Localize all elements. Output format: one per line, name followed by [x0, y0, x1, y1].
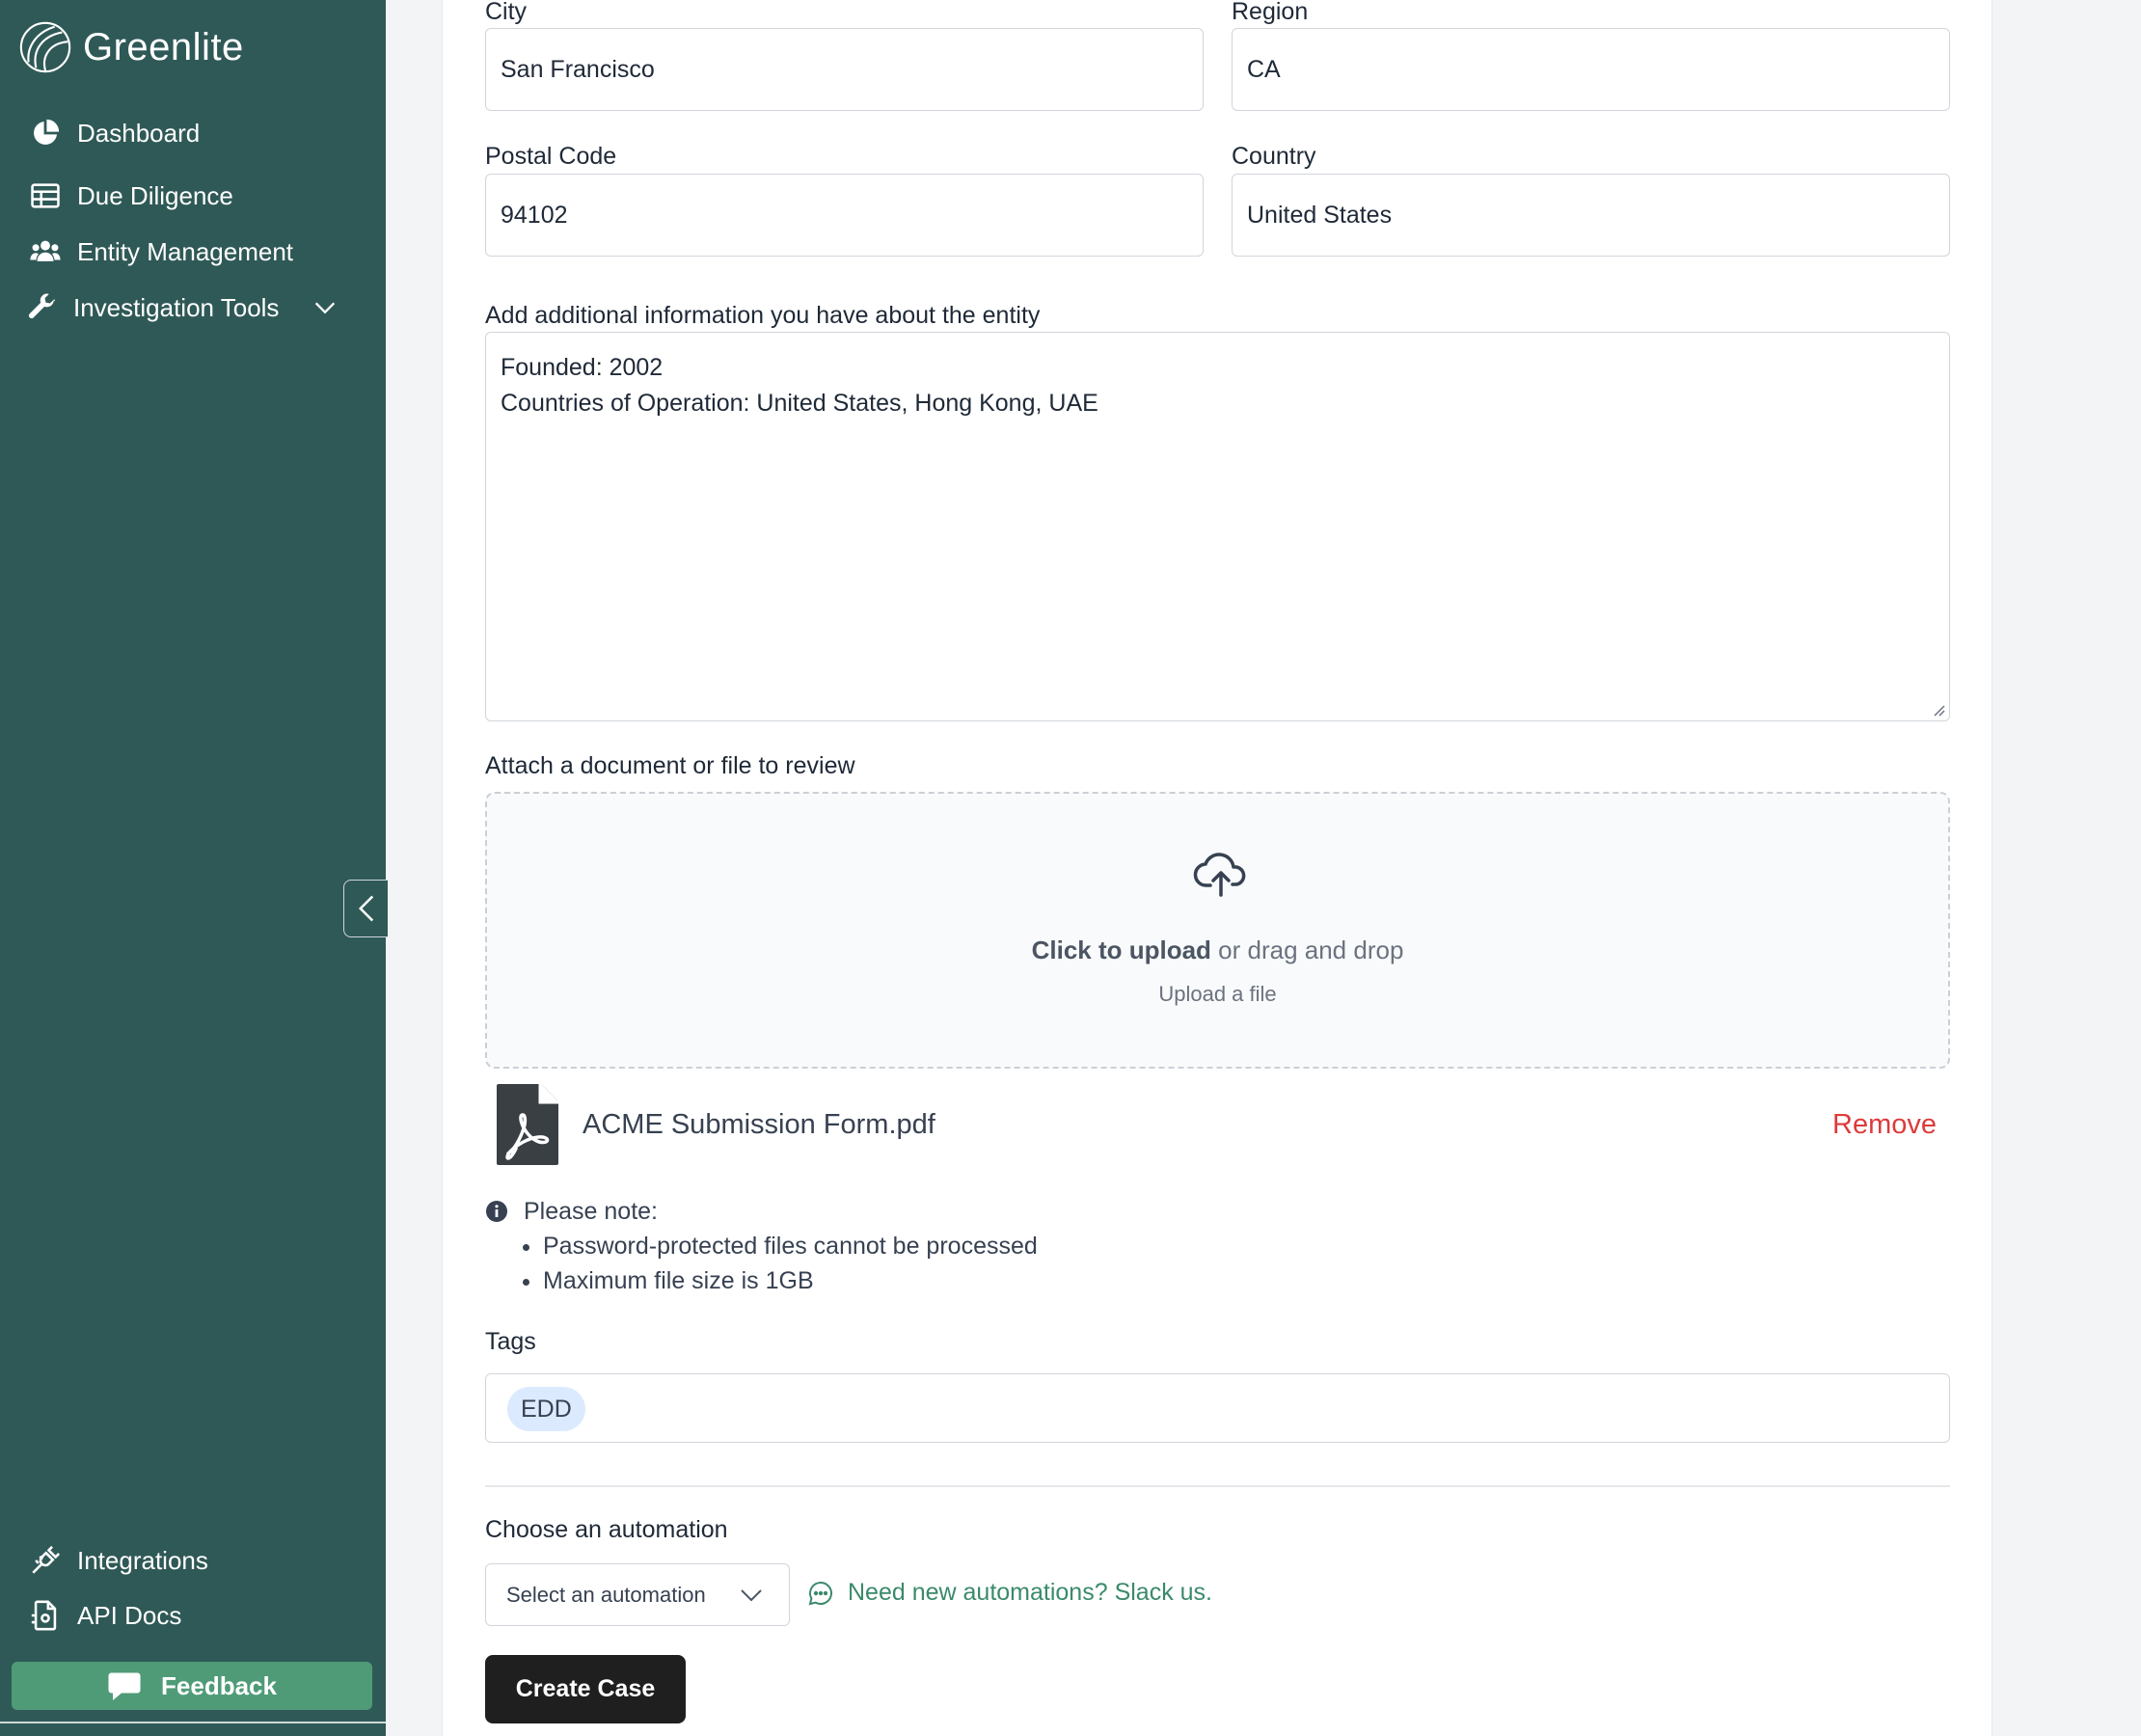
document-code-icon: [31, 1600, 57, 1631]
sidebar-item-label: Investigation Tools: [73, 292, 280, 322]
automation-select-value: Select an automation: [506, 1582, 706, 1607]
cloud-upload-icon: [1193, 853, 1246, 897]
drag-drop-text: or drag and drop: [1210, 936, 1404, 964]
app-name: Greenlite: [83, 25, 244, 68]
wrench-icon: [28, 293, 56, 319]
upload-note: Please note: Password-protected files ca…: [485, 1194, 1038, 1298]
sidebar-item-entity-management[interactable]: Entity Management: [29, 235, 293, 268]
sidebar-item-dashboard[interactable]: Dashboard: [29, 117, 200, 149]
info-icon: [486, 1201, 507, 1222]
postal-code-input[interactable]: 94102: [485, 174, 1204, 257]
note-list: Password-protected files cannot be proce…: [543, 1229, 1038, 1298]
sidebar-item-due-diligence[interactable]: Due Diligence: [29, 179, 233, 212]
chevron-left-icon: [358, 895, 373, 922]
note-title: Please note:: [524, 1197, 658, 1225]
collapse-sidebar-button[interactable]: [343, 880, 388, 937]
sidebar-item-integrations[interactable]: Integrations: [29, 1544, 208, 1577]
country-label: Country: [1232, 143, 1316, 170]
postal-code-label: Postal Code: [485, 143, 617, 170]
automation-label: Choose an automation: [485, 1516, 728, 1543]
slack-link-text: Need new automations? Slack us.: [848, 1579, 1212, 1606]
pie-chart-icon: [34, 119, 60, 145]
pdf-file-icon: [497, 1084, 558, 1165]
remove-file-button[interactable]: Remove: [1832, 1109, 1937, 1141]
chat-dots-icon: [808, 1581, 832, 1605]
sidebar-item-investigation-tools[interactable]: Investigation Tools: [25, 291, 339, 324]
attached-file-name: ACME Submission Form.pdf: [583, 1109, 935, 1140]
logo[interactable]: Greenlite: [17, 19, 244, 75]
resize-handle-icon[interactable]: [1930, 701, 1945, 717]
create-case-button[interactable]: Create Case: [485, 1655, 686, 1723]
chevron-down-icon[interactable]: [312, 294, 339, 321]
country-input[interactable]: United States: [1232, 174, 1950, 257]
sidebar-divider: [0, 1722, 386, 1723]
attach-label: Attach a document or file to review: [485, 752, 855, 779]
greenlite-logo-icon: [19, 21, 71, 73]
automation-select[interactable]: Select an automation: [485, 1563, 790, 1626]
additional-info-line: Founded: 2002: [501, 354, 664, 381]
chevron-down-icon: [741, 1589, 762, 1602]
click-to-upload-link[interactable]: Click to upload: [1032, 936, 1211, 964]
file-dropzone[interactable]: Click to upload or drag and drop Upload …: [485, 792, 1950, 1069]
additional-info-line: Countries of Operation: United States, H…: [501, 390, 1098, 417]
region-label: Region: [1232, 0, 1309, 25]
attached-file-row: ACME Submission Form.pdf Remove: [485, 1078, 1950, 1171]
sidebar-item-label: Due Diligence: [77, 180, 233, 210]
sidebar-item-label: API Docs: [77, 1600, 182, 1630]
region-input[interactable]: CA: [1232, 28, 1950, 111]
sidebar-item-label: Integrations: [77, 1545, 208, 1575]
sidebar-item-api-docs[interactable]: API Docs: [29, 1599, 181, 1632]
city-input[interactable]: San Francisco: [485, 28, 1204, 111]
note-item: Maximum file size is 1GB: [543, 1263, 1038, 1298]
feedback-button[interactable]: Feedback: [12, 1662, 372, 1710]
chat-bubble-icon: [108, 1672, 141, 1700]
slack-us-link[interactable]: Need new automations? Slack us.: [807, 1579, 1212, 1607]
sidebar-item-label: Dashboard: [77, 118, 201, 148]
additional-info-textarea[interactable]: Founded: 2002 Countries of Operation: Un…: [485, 332, 1950, 721]
upload-instructions: Click to upload or drag and drop: [487, 936, 1948, 965]
upload-subtext: Upload a file: [1158, 982, 1277, 1006]
users-icon: [30, 240, 61, 261]
tags-input[interactable]: EDD: [485, 1373, 1950, 1443]
additional-info-label: Add additional information you have abou…: [485, 302, 1041, 329]
sidebar: Greenlite Dashboard Due Diligence Entity…: [0, 0, 386, 1736]
sidebar-item-label: Entity Management: [77, 236, 294, 266]
plug-icon: [32, 1545, 61, 1574]
tag-chip[interactable]: EDD: [507, 1387, 585, 1431]
tags-label: Tags: [485, 1328, 536, 1355]
section-divider: [485, 1485, 1950, 1487]
feedback-label: Feedback: [161, 1670, 277, 1700]
note-item: Password-protected files cannot be proce…: [543, 1229, 1038, 1263]
city-label: City: [485, 0, 528, 25]
table-icon: [31, 183, 60, 208]
